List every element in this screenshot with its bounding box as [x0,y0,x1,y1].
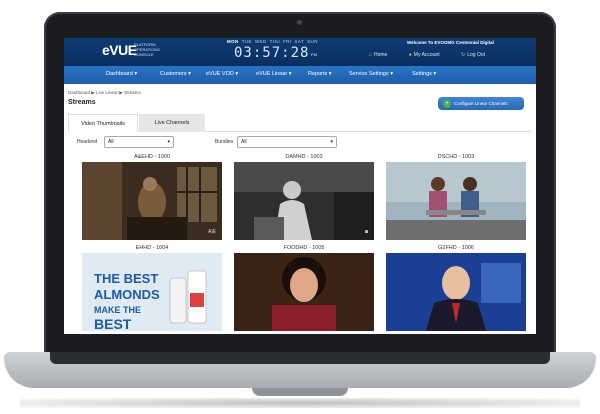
channel-badge: A|E [208,229,216,235]
home-label: Home [374,52,388,58]
svg-text:THE BEST: THE BEST [94,271,158,286]
nav-service-settings[interactable]: Service Settings ▾ [349,71,393,77]
thumbnail-label: DAMHD - 1002 [285,154,323,160]
clock-ampm: PM [311,52,317,57]
nav-evue-linear[interactable]: eVUE Linear ▾ [256,71,291,77]
nav-customers[interactable]: Customers ▾ [160,71,191,77]
main-nav: Dashboard ▾ Customers ▾ eVUE VOD ▾ eVUE … [64,66,536,84]
tab-video-thumbnails[interactable]: Video Thumbnails [68,114,138,132]
welcome-text: Welcome To EVOOMG Centennial Digital [407,40,494,45]
headend-label: Headend [77,139,98,145]
weekday-strip: MON TUE WED THU FRI SAT SUN [227,39,321,44]
nav-dashboard[interactable]: Dashboard ▾ [99,66,144,82]
tab-live-channels[interactable]: Live Channels [139,114,205,132]
breadcrumb: Dashboard ▶ Live Linear ▶ Streams [68,90,141,95]
camera-icon [297,20,302,25]
day-mon: MON [227,39,239,44]
headend-value: All [108,139,114,145]
logo-subtitle: PLATFORM OPERATIONS CONSOLE [134,42,160,57]
day-thu: THU [269,39,281,44]
laptop-notch [252,388,348,396]
stream-thumbnail[interactable] [386,162,526,240]
day-tue: TUE [241,39,252,44]
nav-reports[interactable]: Reports ▾ [308,71,332,77]
laptop-shadow [20,398,580,408]
chevron-down-icon: ▾ [167,139,170,145]
day-fri: FRI [283,39,292,44]
bundles-label: Bundles [215,139,234,145]
day-sun: SUN [307,39,318,44]
day-sat: SAT [294,39,305,44]
my-account-link[interactable]: ● My Account [409,52,450,58]
my-account-label: My Account [413,52,440,58]
svg-text:ALMONDS: ALMONDS [94,287,160,302]
day-wed: WED [254,39,267,44]
stream-thumbnail[interactable] [386,253,526,331]
stream-thumbnail[interactable] [234,253,374,331]
nav-evue-vod[interactable]: eVUE VOD ▾ [206,71,238,77]
digital-clock: 03:57:28 [234,45,310,61]
top-header: eVUE PLATFORM OPERATIONS CONSOLE MON TUE W… [64,38,536,66]
stream-thumbnail[interactable]: THE BEST ALMONDS MAKE THE BEST [82,253,222,331]
thumbnail-label: A&EHD - 1000 [133,154,171,160]
bundles-select[interactable]: All ▾ [237,136,337,148]
channel-badge: ◙ [364,229,368,235]
nav-settings[interactable]: Settings ▾ [412,71,436,77]
svg-text:BEST: BEST [94,316,132,331]
configure-linear-channels-button[interactable]: + Configure Linear Channels [438,97,524,110]
plus-icon: + [443,99,451,108]
laptop-screen: eVUE PLATFORM OPERATIONS CONSOLE MON TUE W… [64,38,536,334]
bundles-value: All [241,139,247,145]
home-link[interactable]: ⌂ Home [369,52,397,58]
thumbnail-label: DSCHD - 1003 [437,154,475,160]
stream-thumbnail[interactable]: ◙ [234,162,374,240]
evue-logo[interactable]: eVUE [102,42,137,58]
laptop-hinge [50,352,550,364]
home-icon: ⌂ [369,52,373,58]
svg-text:MAKE THE: MAKE THE [94,305,141,315]
top-links: ⌂ Home ● My Account ↻ Log Out [369,52,505,58]
chevron-down-icon: ▾ [330,139,333,145]
stream-thumbnail[interactable]: A|E [82,162,222,240]
configure-button-label: Configure Linear Channels [454,101,508,106]
headend-select[interactable]: All ▾ [104,136,174,148]
user-icon: ● [408,52,412,58]
thumbnail-label: G2FHD - 1006 [438,245,474,251]
logout-link[interactable]: ↻ Log Out [461,52,495,58]
tab-bar: Video Thumbnails Live Channels [68,114,532,132]
thumbnail-label: EHHD - 1004 [135,245,169,251]
logout-icon: ↻ [461,52,466,58]
page-title: Streams [68,99,96,106]
logout-label: Log Out [467,52,486,58]
thumbnail-label: FOODHD - 1005 [283,245,325,251]
